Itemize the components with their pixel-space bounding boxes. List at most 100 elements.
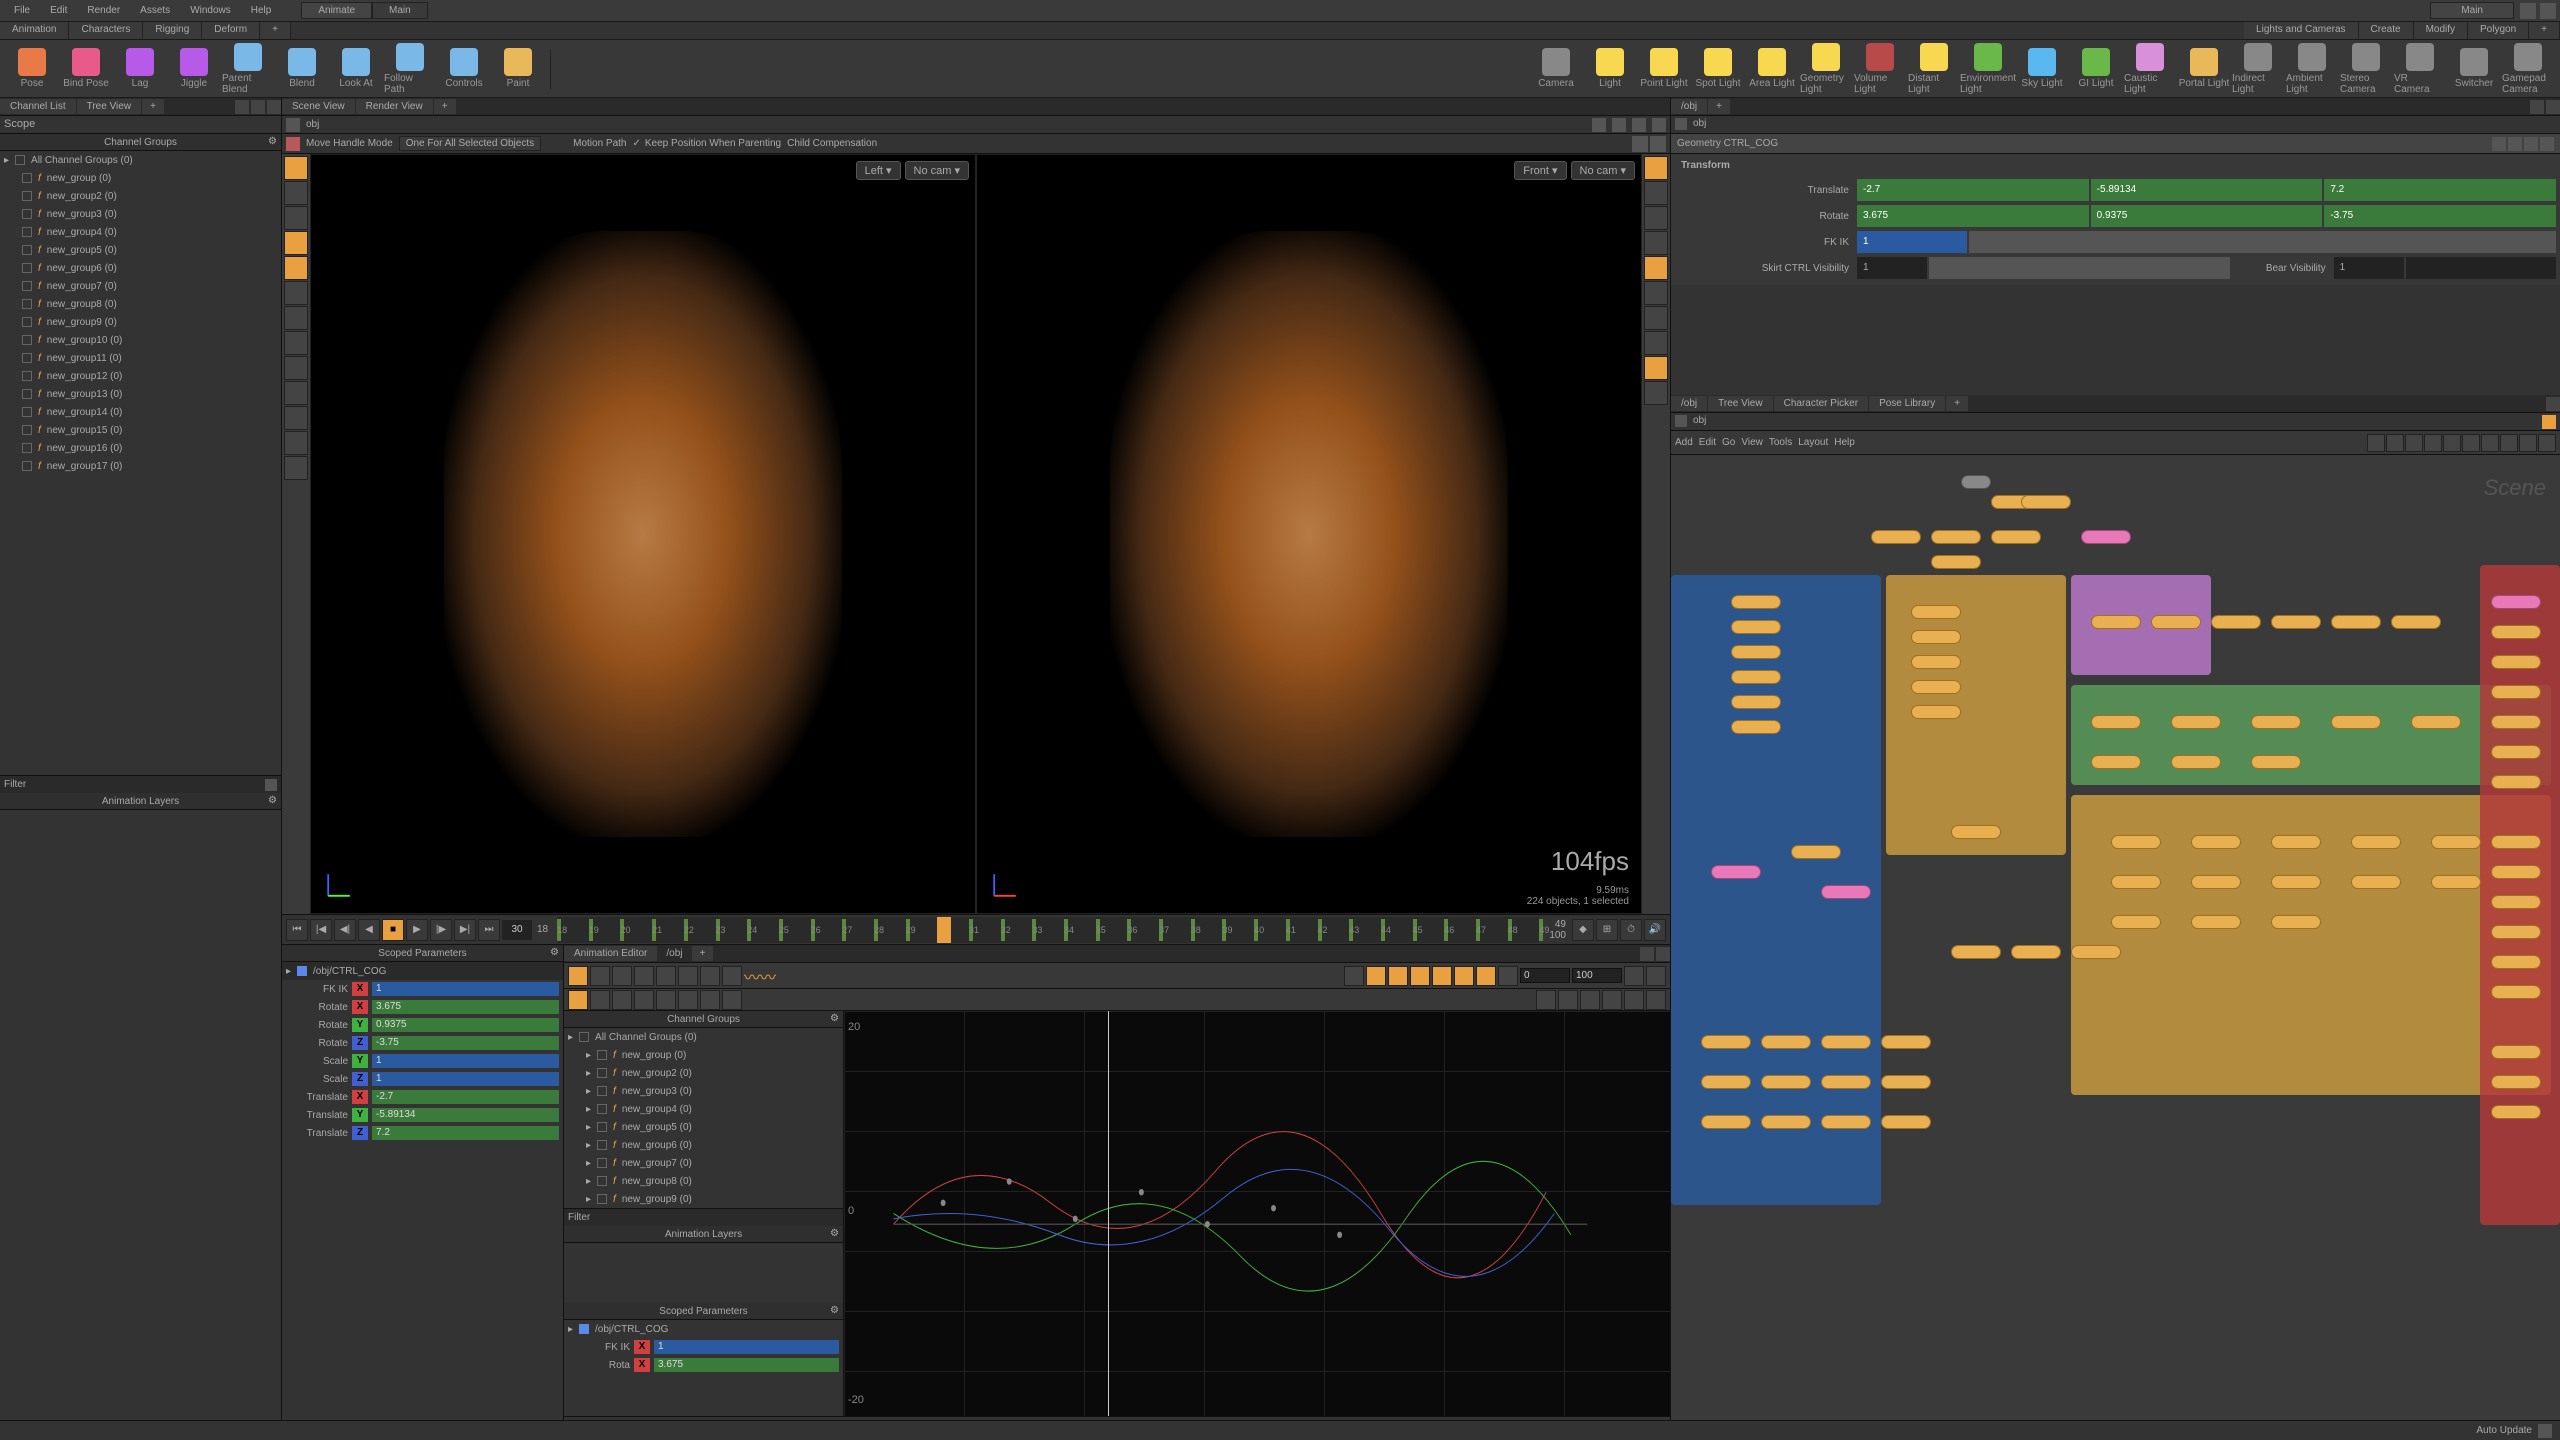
gear-icon[interactable]: ⚙ [550, 947, 559, 958]
shelf-tool[interactable]: Look At [330, 42, 382, 96]
list-item[interactable]: fnew_group9 (0) [0, 313, 281, 331]
ng-tool-icon[interactable] [2519, 434, 2537, 452]
tool-icon[interactable] [1646, 966, 1666, 986]
shelf-tool[interactable]: Environment Light [1962, 42, 2014, 96]
shelf-tool[interactable]: Spot Light [1692, 42, 1744, 96]
shelf-tool[interactable]: Sky Light [2016, 42, 2068, 96]
tool-icon[interactable] [1344, 966, 1364, 986]
graph-node[interactable] [2491, 745, 2541, 759]
ng-tool-icon[interactable] [2481, 434, 2499, 452]
list-item[interactable]: fnew_group15 (0) [0, 421, 281, 439]
graph-node[interactable] [2251, 755, 2301, 769]
right-add-tab[interactable]: + [1708, 99, 1730, 114]
param-row[interactable]: RotateY0.9375 [282, 1016, 563, 1034]
shelf-tool[interactable]: Indirect Light [2232, 42, 2284, 96]
scoped-path[interactable]: /obj/CTRL_COG [313, 966, 386, 977]
snapshot-icon[interactable] [1612, 118, 1626, 132]
graph-node[interactable] [1871, 530, 1921, 544]
tool-icon[interactable] [1644, 331, 1668, 355]
tool-icon[interactable] [634, 990, 654, 1010]
param-row[interactable]: ScaleY1 [282, 1052, 563, 1070]
graph-node[interactable] [2491, 595, 2541, 609]
graph-node[interactable] [2491, 1075, 2541, 1089]
ng-tab-tree[interactable]: Tree View [1708, 396, 1772, 411]
shelf-tool[interactable]: Portal Light [2178, 42, 2230, 96]
graph-node[interactable] [2271, 915, 2321, 929]
ng-menu-view[interactable]: View [1741, 437, 1763, 448]
graph-node[interactable] [2271, 835, 2321, 849]
ng-menu-edit[interactable]: Edit [1699, 437, 1716, 448]
graph-node[interactable] [1731, 645, 1781, 659]
home-icon[interactable] [1675, 415, 1687, 427]
shelf-tool[interactable]: Camera [1530, 42, 1582, 96]
graph-node[interactable] [1731, 670, 1781, 684]
tool-icon[interactable] [590, 990, 610, 1010]
tool-icon[interactable] [1644, 381, 1668, 405]
cam-right-a[interactable]: Front ▾ [1514, 161, 1566, 180]
graph-node[interactable] [1761, 1035, 1811, 1049]
graph-node[interactable] [1911, 630, 1961, 644]
shelf-tab-animation[interactable]: Animation [0, 22, 69, 39]
info-icon[interactable] [2540, 137, 2554, 151]
translate-y[interactable]: -5.89134 [2091, 179, 2323, 201]
curve-graph[interactable]: 20 0 -20 [844, 1011, 1670, 1416]
graph-node[interactable] [2431, 875, 2481, 889]
gear-icon[interactable] [1624, 990, 1644, 1010]
node-graph-canvas[interactable]: Scene [1671, 455, 2560, 1434]
pin-icon[interactable] [1640, 947, 1654, 961]
tool-icon[interactable] [634, 966, 654, 986]
graph-node[interactable] [2191, 915, 2241, 929]
shelf-tool[interactable]: Lag [114, 42, 166, 96]
list-item[interactable]: fnew_group17 (0) [0, 457, 281, 475]
tab-obj[interactable]: /obj [1671, 99, 1707, 114]
graph-node[interactable] [1731, 620, 1781, 634]
graph-node[interactable] [1881, 1035, 1931, 1049]
next-key-button[interactable]: ▶| [454, 919, 476, 941]
tool-icon[interactable] [1476, 966, 1496, 986]
tool-icon[interactable] [656, 990, 676, 1010]
path-field[interactable]: obj [306, 119, 319, 130]
list-item[interactable]: fnew_group (0) [0, 169, 281, 187]
shelf-tool[interactable]: Bind Pose [60, 42, 112, 96]
ng-tool-icon[interactable] [2367, 434, 2385, 452]
graph-node[interactable] [2491, 715, 2541, 729]
help-icon[interactable] [2520, 3, 2536, 19]
list-item[interactable]: fnew_group10 (0) [0, 331, 281, 349]
graph-node[interactable] [1821, 1115, 1871, 1129]
graph-node[interactable] [2351, 875, 2401, 889]
gear-icon[interactable] [2492, 137, 2506, 151]
audio-button[interactable]: 🔊 [1644, 919, 1666, 941]
tool-icon[interactable] [1644, 156, 1668, 180]
cam-right-b[interactable]: No cam ▾ [1571, 161, 1635, 180]
help-icon[interactable] [2508, 137, 2522, 151]
gear-icon[interactable] [265, 779, 277, 791]
graph-node[interactable] [2331, 715, 2381, 729]
tool-icon[interactable] [722, 990, 742, 1010]
list-item[interactable]: ▸fnew_group4 (0) [564, 1100, 843, 1118]
ng-tab-charpicker[interactable]: Character Picker [1774, 396, 1868, 411]
tool-icon[interactable] [1454, 966, 1474, 986]
ae-add-tab[interactable]: + [692, 946, 714, 961]
graph-node[interactable] [1911, 680, 1961, 694]
graph-node[interactable] [2111, 915, 2161, 929]
tool-icon[interactable] [1644, 256, 1668, 280]
menu-edit[interactable]: Edit [40, 5, 77, 16]
shelf-tool[interactable]: GI Light [2070, 42, 2122, 96]
graph-node[interactable] [1951, 825, 2001, 839]
graph-node[interactable] [1911, 705, 1961, 719]
shelf-tool[interactable]: Area Light [1746, 42, 1798, 96]
close-icon[interactable] [700, 990, 720, 1010]
shelf-add-tab[interactable]: + [260, 22, 291, 39]
tool-icon[interactable] [284, 431, 308, 455]
param-row[interactable]: RotateX3.675 [282, 998, 563, 1016]
desktop-right-main[interactable]: Main [2430, 2, 2514, 19]
shelf-tool[interactable]: Distant Light [1908, 42, 1960, 96]
menu-assets[interactable]: Assets [130, 5, 180, 16]
rshelf-tab-lights[interactable]: Lights and Cameras [2244, 22, 2359, 39]
dope-icon[interactable] [612, 966, 632, 986]
tool-icon[interactable] [1646, 990, 1666, 1010]
graph-node[interactable] [2491, 985, 2541, 999]
graph-node[interactable] [1711, 865, 1761, 879]
list-item[interactable]: ▸All Channel Groups (0) [564, 1028, 843, 1046]
tab-channel-list[interactable]: Channel List [0, 99, 76, 114]
